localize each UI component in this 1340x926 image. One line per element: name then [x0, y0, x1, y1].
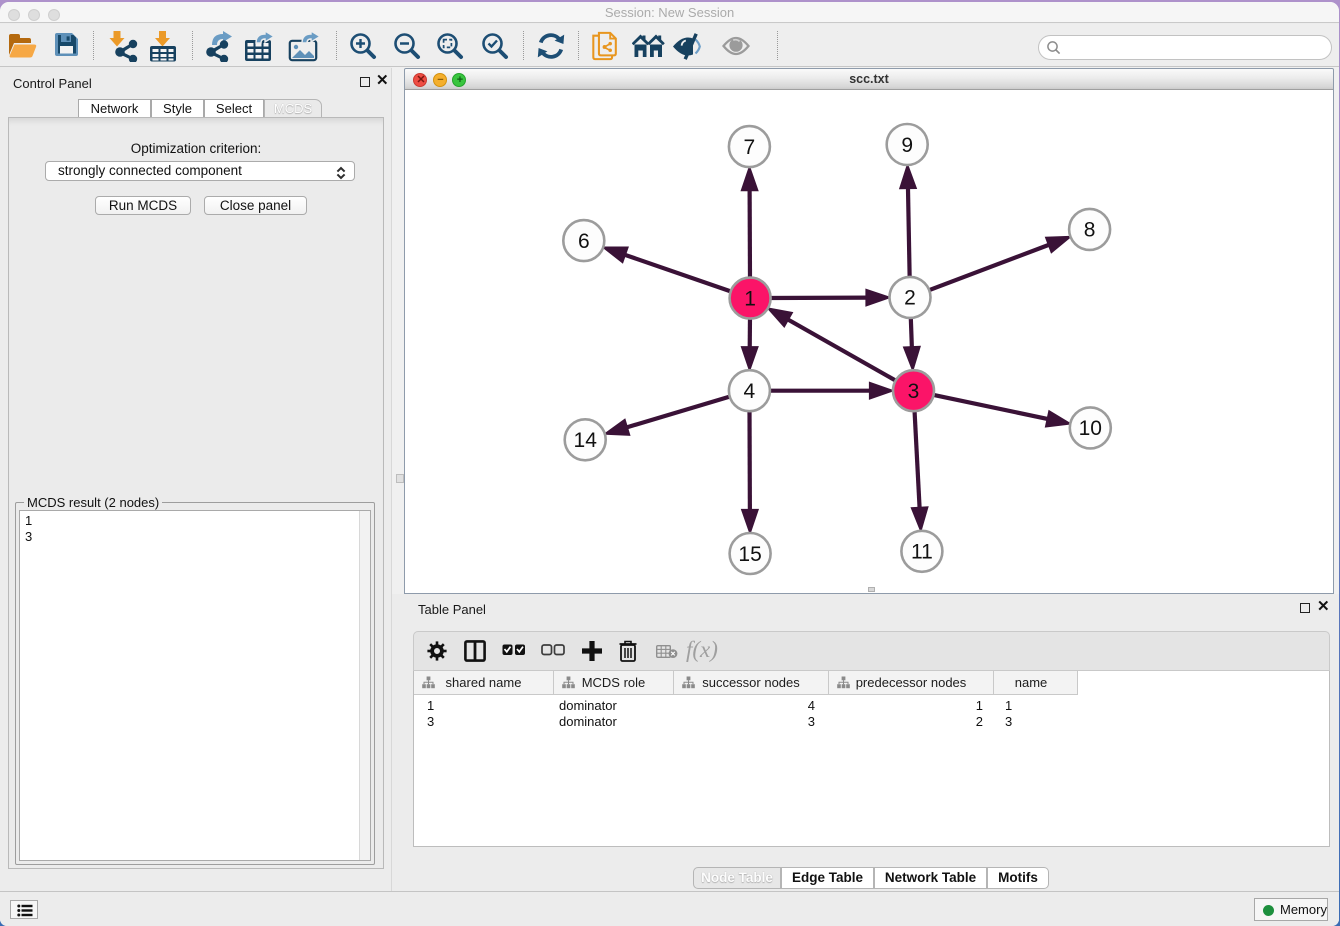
svg-text:8: 8	[1084, 218, 1096, 241]
svg-text:10: 10	[1079, 417, 1102, 440]
svg-text:15: 15	[738, 542, 761, 565]
svg-text:9: 9	[901, 133, 913, 156]
svg-text:2: 2	[904, 286, 916, 309]
svg-text:1: 1	[744, 287, 756, 310]
svg-text:11: 11	[911, 540, 933, 563]
svg-text:4: 4	[744, 380, 756, 403]
svg-text:3: 3	[908, 380, 920, 403]
svg-text:7: 7	[744, 135, 756, 158]
svg-text:6: 6	[578, 229, 590, 252]
svg-text:14: 14	[574, 429, 598, 452]
